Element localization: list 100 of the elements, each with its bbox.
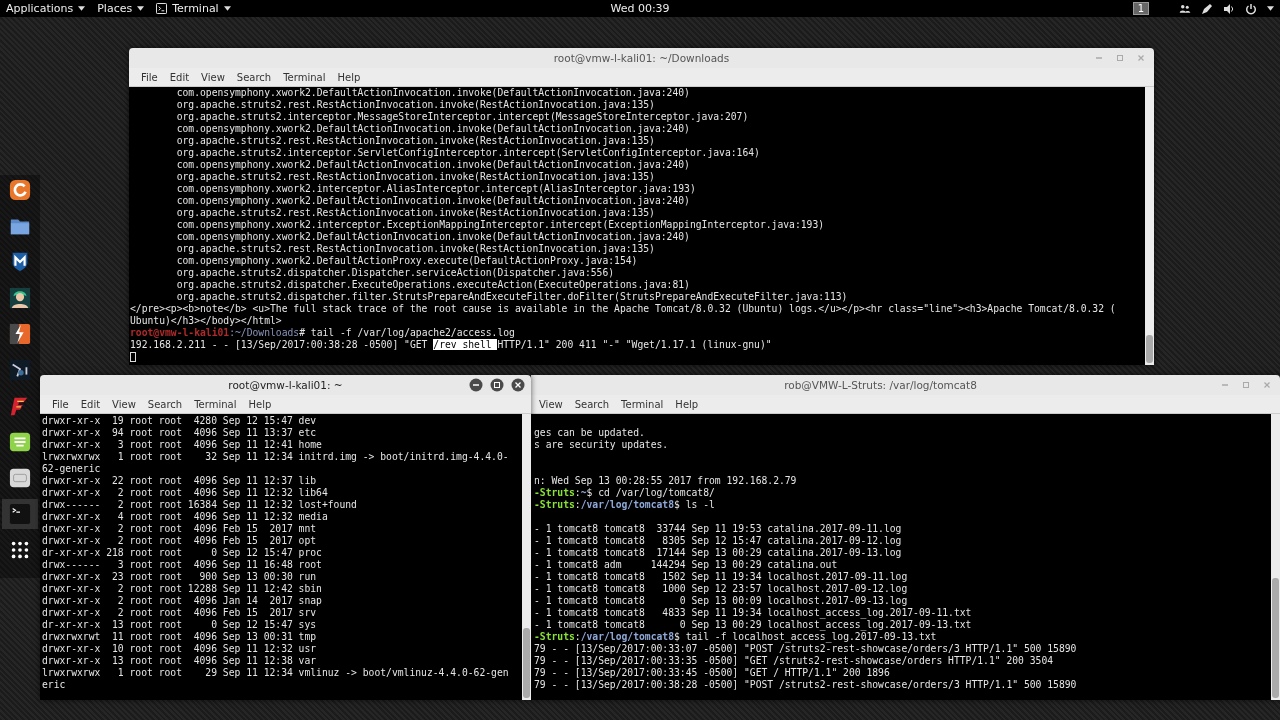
- minimize-icon[interactable]: [469, 378, 483, 392]
- caret-icon: [137, 6, 145, 11]
- menu-item[interactable]: Search: [141, 398, 189, 410]
- app-icon[interactable]: [9, 359, 31, 381]
- terminal-line: drwxr-xr-x 2 root root 4096 Feb 15 2017 srv: [42, 607, 317, 619]
- scrollbar-thumb[interactable]: [1272, 578, 1279, 698]
- terminal-line: root@vmw-l-kali01:~/Downloads# tail -f /var/log/apache2/access.log: [130, 327, 515, 339]
- caret-icon: [78, 6, 86, 11]
- terminal-line: - 1 tomcat8 tomcat8 8305 Sep 12 15:47 catalina.2017-09-12.log: [534, 535, 902, 547]
- terminal-line: dr-xr-xr-x 13 root root 0 Sep 12 15:47 sys: [42, 619, 317, 631]
- terminal-line: drwxr-xr-x 4 root root 4096 Sep 11 12:32 media: [42, 511, 328, 523]
- terminal-line: org.apache.struts2.rest.RestActionInvocation.invoke(RestActionInvocation.java:135): [175, 171, 655, 183]
- terminal-line: - 1 tomcat8 tomcat8 0 Sep 13 00:09 localhost.2017-09-13.log: [534, 595, 908, 607]
- menu-item[interactable]: File: [46, 398, 75, 410]
- terminal-line: com.opensymphony.xwork2.DefaultActionInvocation.invoke(DefaultActionInvocation.java:240): [175, 159, 690, 171]
- app-icon[interactable]: [9, 467, 31, 489]
- terminal-line: eric: [42, 679, 66, 691]
- terminal-line: 192.168.2.211 - - [13/Sep/2017:00:38:28 -0500] "GET /rev_shell HTTP/1.1" 200 411 "-" "Wget/1.17.1 (linux-gnu)": [130, 339, 772, 351]
- terminal-line: drwxr-xr-x 2 root root 4096 Sep 11 12:32 lib64: [42, 487, 328, 499]
- terminal-icon[interactable]: [9, 503, 31, 525]
- terminal-line: org.apache.struts2.dispatcher.filter.StrutsPrepareAndExecuteFilter.doFilter(StrutsPrepareAndExecuteFilter.java:113): [175, 291, 848, 303]
- notes-icon[interactable]: [9, 431, 31, 453]
- terminal-line: drwxr-xr-x 19 root root 4280 Sep 12 15:47 dev: [42, 415, 317, 427]
- terminal-line: drwxrwxrwt 11 root root 4096 Sep 13 00:31 tmp: [42, 631, 317, 643]
- terminal-line: - 1 tomcat8 tomcat8 1000 Sep 12 23:57 localhost.2017-09-12.log: [534, 583, 908, 595]
- users-icon[interactable]: [1179, 2, 1191, 15]
- pen-icon[interactable]: [1201, 2, 1213, 15]
- terminal-line: 79 - - [13/Sep/2017:00:33:45 -0500] "GET / HTTP/1.1" 200 1896: [534, 667, 890, 679]
- terminal-line: drwxr-xr-x 2 root root 12288 Sep 11 12:42 sbin: [42, 583, 322, 595]
- menu-item[interactable]: Edit: [74, 398, 107, 410]
- terminal-line: - 1 tomcat8 tomcat8 0 Sep 13 00:29 localhost_access_log.2017-09-13.txt: [534, 619, 972, 631]
- terminal-line: drwxr-xr-x 13 root root 4096 Sep 11 12:38 var: [42, 655, 317, 667]
- terminal-line: drwxr-xr-x 22 root root 4096 Sep 11 12:37 lib: [42, 475, 317, 487]
- lightning-icon[interactable]: [9, 323, 31, 345]
- volume-icon[interactable]: [1223, 2, 1235, 15]
- swirl-icon[interactable]: [9, 179, 31, 201]
- terminal-line: drwxr-xr-x 94 root root 4096 Sep 11 13:37 etc: [42, 427, 317, 439]
- terminal-line: org.apache.struts2.rest.RestActionInvocation.invoke(RestActionInvocation.java:135): [175, 207, 655, 219]
- window-title: rob@VMW-L-Struts: /var/log/tomcat8: [784, 379, 977, 391]
- terminal-line: -Struts:/var/log/tomcat8$ ls -l: [534, 499, 715, 511]
- terminal-line: com.opensymphony.xwork2.DefaultActionInvocation.invoke(DefaultActionInvocation.java:240): [175, 123, 690, 135]
- window-title: root@vmw-l-kali01: ~/Downloads: [553, 52, 730, 64]
- top-menu[interactable]: Terminal: [156, 2, 231, 15]
- terminal-line: drwxr-xr-x 2 root root 4096 Jan 14 2017 snap: [42, 595, 322, 607]
- terminal-line: - 1 tomcat8 tomcat8 1502 Sep 11 19:34 localhost.2017-09-11.log: [534, 571, 908, 583]
- terminal-line: com.opensymphony.xwork2.DefaultActionInvocation.invoke(DefaultActionInvocation.java:240): [175, 231, 690, 243]
- app-grid-icon[interactable]: [9, 539, 31, 561]
- caret-icon[interactable]: [1267, 6, 1274, 11]
- scrollbar[interactable]: [522, 414, 531, 700]
- terminal-line: - 1 tomcat8 tomcat8 4833 Sep 11 19:34 localhost_access_log.2017-09-11.txt: [534, 607, 972, 619]
- terminal-line: -Struts:~$ cd /var/log/tomcat8/: [534, 487, 715, 499]
- person-icon[interactable]: [9, 287, 31, 309]
- terminal-line: Ubuntu)</h3></body></html>: [130, 315, 282, 327]
- terminal-line: drwxr-xr-x 3 root root 4096 Sep 11 12:41 home: [42, 439, 322, 451]
- terminal-line: lrwxrwxrwx 1 root root 32 Sep 11 12:34 initrd.img -> boot/initrd.img-4.4.0-: [42, 451, 509, 463]
- terminal-line: - 1 tomcat8 tomcat8 17144 Sep 13 00:29 catalina.2017-09-13.log: [534, 547, 902, 559]
- terminal-line: drwx------ 2 root root 16384 Sep 11 12:32 lost+found: [42, 499, 357, 511]
- terminal-line: 79 - - [13/Sep/2017:00:38:28 -0500] "POST /struts2-rest-showcase/orders/3 HTTP/1.1" 500 15890: [534, 679, 1077, 691]
- terminal-line: com.opensymphony.xwork2.DefaultActionInvocation.invoke(DefaultActionInvocation.java:240): [175, 87, 690, 99]
- top-menu[interactable]: Applications: [6, 2, 86, 15]
- terminal-line: -Struts:/var/log/tomcat8$ tail -f localhost_access_log.2017-09-13.txt: [534, 631, 937, 643]
- window-title: root@vmw-l-kali01: ~: [228, 379, 343, 391]
- terminal-line: dr-xr-xr-x 218 root root 0 Sep 12 15:47 proc: [42, 547, 322, 559]
- terminal-icon: [156, 3, 168, 14]
- workspace-indicator[interactable]: 1: [1132, 2, 1149, 15]
- terminal-line: com.opensymphony.xwork2.DefaultActionProxy.execute(DefaultActionProxy.java:154): [175, 255, 638, 267]
- clock[interactable]: Wed 00:39: [610, 2, 670, 15]
- scrollbar-thumb[interactable]: [1146, 335, 1153, 363]
- terminal-line: com.opensymphony.xwork2.interceptor.AliasInterceptor.intercept(AliasInterceptor.java:193): [175, 183, 696, 195]
- terminal-line: drwxr-xr-x 2 root root 4096 Feb 15 2017 opt: [42, 535, 317, 547]
- caret-icon: [223, 6, 231, 11]
- terminal-line: org.apache.struts2.dispatcher.Dispatcher.serviceAction(Dispatcher.java:556): [175, 267, 615, 279]
- terminal-line: 62-generic: [42, 463, 101, 475]
- terminal-line: n: Wed Sep 13 00:28:55 2017 from 192.168.2.79: [534, 475, 797, 487]
- terminal-line: drwxr-xr-x 2 root root 4096 Feb 15 2017 mnt: [42, 523, 317, 535]
- terminal-line: - 1 tomcat8 adm 144294 Sep 13 00:29 catalina.out: [534, 559, 838, 571]
- terminal-line: drwxr-xr-x 10 root root 4096 Sep 11 12:32 usr: [42, 643, 317, 655]
- terminal-line: drwx------ 3 root root 4096 Sep 11 16:48 root: [42, 559, 322, 571]
- terminal-line: org.apache.struts2.interceptor.MessageStoreInterceptor.intercept(MessageStoreInterceptor.java:207): [175, 111, 749, 123]
- terminal-line: lrwxrwxrwx 1 root root 29 Sep 11 12:34 vmlinuz -> boot/vmlinuz-4.4.0-62-gen: [42, 667, 509, 679]
- top-menu[interactable]: Places: [97, 2, 145, 15]
- menu-item[interactable]: View: [106, 398, 142, 410]
- terminal-line: org.apache.struts2.dispatcher.ExecuteOperations.executeAction(ExecuteOperations.java:81): [175, 279, 690, 291]
- terminal-line: ges can be updated.: [534, 427, 645, 439]
- power-icon[interactable]: [1245, 2, 1257, 15]
- terminal-line: 79 - - [13/Sep/2017:00:33:07 -0500] "POST /struts2-rest-showcase/orders/3 HTTP/1.1" 500 15890: [534, 643, 1077, 655]
- terminal-line: com.opensymphony.xwork2.DefaultActionInvocation.invoke(DefaultActionInvocation.java:240): [175, 195, 690, 207]
- menu-item[interactable]: Help: [242, 398, 278, 410]
- terminal-line: org.apache.struts2.rest.RestActionInvocation.invoke(RestActionInvocation.java:135): [175, 99, 655, 111]
- terminal-line: org.apache.struts2.interceptor.ServletConfigInterceptor.intercept(ServletConfigInterceptor.java:164): [175, 147, 760, 159]
- terminal-line: 79 - - [13/Sep/2017:00:33:35 -0500] "GET /struts2-rest-showcase/orders HTTP/1.1" 200 3504: [534, 655, 1054, 667]
- maximize-icon[interactable]: [490, 378, 504, 392]
- terminal-line: drwxr-xr-x 23 root root 900 Sep 13 00:30 run: [42, 571, 317, 583]
- terminal-line: org.apache.struts2.rest.RestActionInvocation.invoke(RestActionInvocation.java:135): [175, 243, 655, 255]
- terminal-line: - 1 tomcat8 tomcat8 33744 Sep 11 19:53 catalina.2017-09-11.log: [534, 523, 902, 535]
- terminal-line: com.opensymphony.xwork2.interceptor.ExceptionMappingInterceptor.intercept(ExceptionMappingInterceptor.java:193): [175, 219, 825, 231]
- menu-item[interactable]: Terminal: [188, 398, 243, 410]
- terminal-line: </pre><p><b>note</b> <u>The full stack trace of the root cause is available in the Apache Tomcat/8.0.32 (Ubuntu) logs.</u></p><hr class="line"><h3>Apache Tomcat/8.0.32 (: [130, 303, 1116, 315]
- close-icon[interactable]: [511, 378, 525, 392]
- scrollbar-thumb[interactable]: [523, 628, 530, 698]
